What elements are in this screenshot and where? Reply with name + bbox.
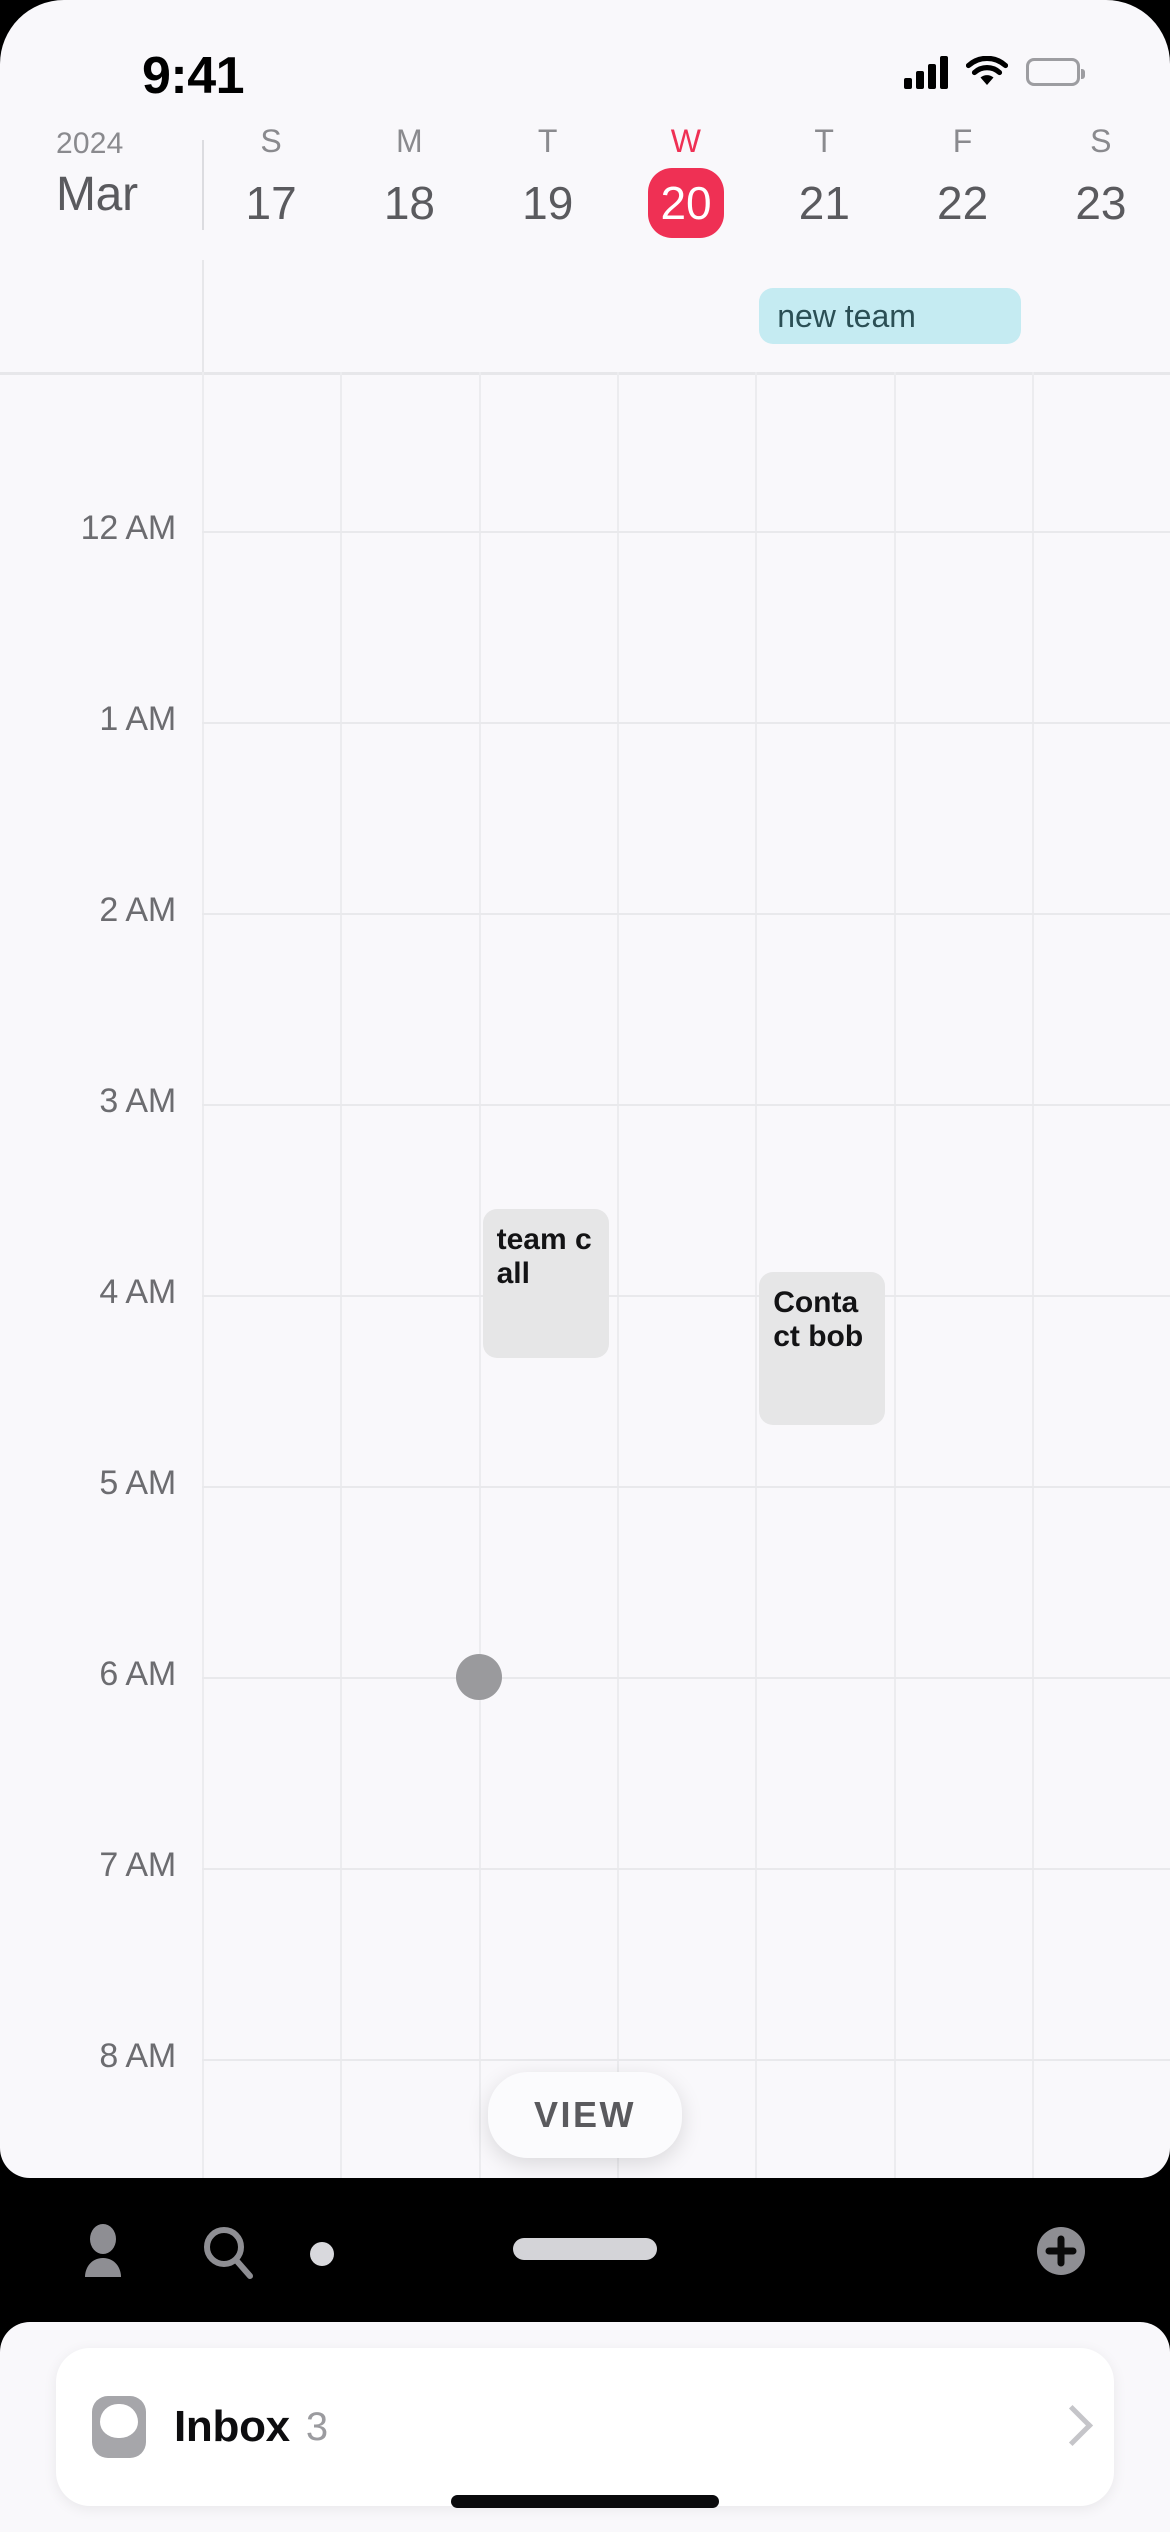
grid-column-line <box>340 372 343 2178</box>
hour-label: 5 AM <box>99 1464 176 1502</box>
hour-label: 1 AM <box>99 700 176 738</box>
grid-hour-line <box>202 913 1170 915</box>
all-day-divider <box>202 260 204 372</box>
day-column-22[interactable]: F 22 <box>893 118 1031 260</box>
grid-hour-line <box>202 1104 1170 1106</box>
grid-column-line <box>478 372 481 2178</box>
hour-label: 8 AM <box>99 2037 176 2075</box>
day-number-label: 19 <box>522 177 574 229</box>
signal-bars-icon <box>904 55 948 89</box>
grid-hour-line <box>202 1677 1170 1679</box>
wifi-icon <box>965 55 1009 88</box>
grid-column-line <box>755 372 758 2178</box>
day-of-week-label: S <box>1090 123 1112 159</box>
grid-hour-line <box>202 722 1170 724</box>
hour-label: 12 AM <box>80 509 177 547</box>
day-column-17[interactable]: S 17 <box>202 118 340 260</box>
day-column-19[interactable]: T 19 <box>479 118 617 260</box>
day-column-18[interactable]: M 18 <box>340 118 478 260</box>
chevron-right-icon[interactable] <box>1058 2407 1080 2447</box>
grid-hour-line <box>202 531 1170 533</box>
inbox-count: 3 <box>305 2404 329 2449</box>
time-grid[interactable]: 12 AM 1 AM 2 AM 3 AM 4 AM 5 AM 6 AM 7 AM 8 AM tea… <box>0 372 1170 2178</box>
week-day-header: 2024 Mar S 17 M 18 T 19 W 20 T 21 F 22 S 23 <box>0 118 1170 260</box>
grid-hour-line <box>202 1486 1170 1488</box>
grid-hour-line <box>202 1295 1170 1297</box>
all-day-row[interactable]: new team <box>0 260 1170 372</box>
person-icon[interactable] <box>72 2222 134 2284</box>
drag-handle-icon[interactable] <box>513 2238 657 2260</box>
day-column-21[interactable]: T 21 <box>755 118 893 260</box>
day-columns: S 17 M 18 T 19 W 20 T 21 F 22 S 23 <box>202 118 1170 260</box>
grid-hour-line <box>202 2059 1170 2061</box>
grid-hour-line <box>202 1868 1170 1870</box>
calendar-card: 9:41 2024 Mar S 17 M 18 T 19 W 20 T 21 F <box>0 0 1170 2178</box>
grid-column-line <box>1031 372 1034 2178</box>
status-bar: 9:41 <box>0 0 1170 118</box>
grid-top-border <box>0 372 1170 375</box>
event-drag-dot[interactable] <box>455 1654 502 1700</box>
home-indicator <box>451 2495 719 2508</box>
hour-label: 6 AM <box>99 1655 176 1693</box>
day-column-20[interactable]: W 20 <box>617 118 755 260</box>
inbox-row[interactable]: Inbox 3 <box>56 2348 1114 2506</box>
day-number-label: 17 <box>245 177 297 229</box>
day-number-label: 23 <box>1075 177 1127 229</box>
dot-indicator-icon[interactable] <box>310 2242 334 2266</box>
day-of-week-label: T <box>814 123 835 159</box>
hour-label: 3 AM <box>99 1082 176 1120</box>
all-day-event[interactable]: new team <box>759 288 1022 344</box>
day-of-week-label: S <box>260 123 282 159</box>
hour-label: 2 AM <box>99 891 176 929</box>
year-month-label: 2024 Mar <box>56 124 186 226</box>
inbox-label: Inbox <box>174 2402 290 2451</box>
day-column-23[interactable]: S 23 <box>1032 118 1170 260</box>
status-bar-icons <box>904 55 1085 89</box>
calendar-event[interactable]: Contact bob <box>759 1272 886 1425</box>
grid-column-line <box>893 372 896 2178</box>
inbox-bubble-icon <box>92 2396 146 2458</box>
status-bar-time: 9:41 <box>142 47 245 105</box>
day-of-week-label: T <box>537 123 558 159</box>
day-of-week-label: M <box>395 123 423 159</box>
plus-circle-icon[interactable] <box>1030 2220 1092 2282</box>
day-number-label: 20 <box>648 168 725 238</box>
bottom-sheet: Inbox 3 <box>0 2322 1170 2532</box>
day-of-week-label: W <box>670 123 702 159</box>
calendar-event[interactable]: team call <box>482 1209 609 1359</box>
month-label: Mar <box>56 168 138 221</box>
day-number-label: 21 <box>798 177 850 229</box>
grid-column-line <box>616 372 619 2178</box>
phone-screen: 9:41 2024 Mar S 17 M 18 T 19 W 20 T 21 F <box>0 0 1170 2532</box>
day-of-week-label: F <box>952 123 973 159</box>
hour-label: 4 AM <box>99 1273 176 1311</box>
search-icon[interactable] <box>198 2222 260 2284</box>
day-number-label: 22 <box>937 177 989 229</box>
battery-icon <box>1026 58 1085 86</box>
bottom-tab-bar <box>0 2178 1170 2322</box>
grid-column-line <box>202 372 204 2178</box>
view-button[interactable]: VIEW <box>487 2072 683 2159</box>
hour-label: 7 AM <box>99 1846 176 1884</box>
day-number-label: 18 <box>383 177 436 229</box>
year-label: 2024 <box>56 127 124 160</box>
